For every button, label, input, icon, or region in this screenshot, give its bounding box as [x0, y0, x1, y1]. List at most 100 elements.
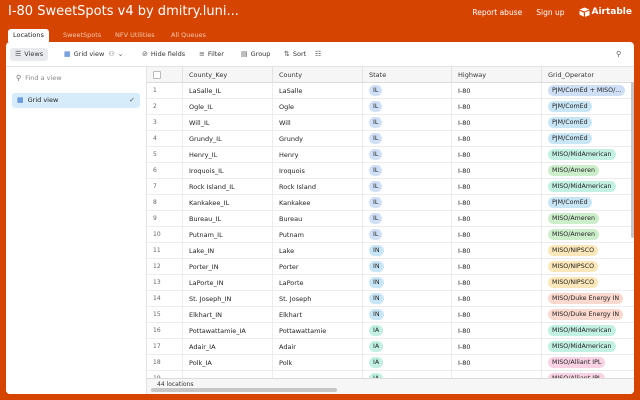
cell-county[interactable]: Elkhart — [273, 307, 363, 323]
cell-state[interactable]: IL — [363, 211, 452, 227]
cell-highway[interactable]: I-80 — [452, 163, 542, 179]
cell-state[interactable]: IL — [363, 163, 452, 179]
hide-fields-button[interactable]: ⊘ Hide fields — [142, 48, 185, 61]
table-row[interactable]: 11 Lake_IN Lake IN I-80 MISO/NIPSCO — [147, 243, 634, 259]
cell-state[interactable]: IN — [363, 243, 452, 259]
cell-county-key[interactable]: Lake_IN — [183, 243, 273, 259]
cell-county-key[interactable]: St. Joseph_IN — [183, 291, 273, 307]
cell-county-key[interactable]: LaSalle_IL — [183, 83, 273, 99]
airtable-logo[interactable]: Airtable — [579, 7, 632, 17]
cell-state[interactable]: IN — [363, 275, 452, 291]
cell-highway[interactable]: I-80 — [452, 179, 542, 195]
cell-county-key[interactable]: LaPorte_IN — [183, 275, 273, 291]
cell-highway[interactable]: I-80 — [452, 195, 542, 211]
cell-highway[interactable]: I-80 — [452, 211, 542, 227]
cell-county-key[interactable]: Henry_IL — [183, 147, 273, 163]
cell-grid-operator[interactable]: PJM/ComEd + MISO/... — [542, 83, 634, 99]
cell-state[interactable]: IL — [363, 131, 452, 147]
table-row[interactable]: 13 LaPorte_IN LaPorte IN I-80 MISO/NIPSCO — [147, 275, 634, 291]
cell-county[interactable]: Adair — [273, 339, 363, 355]
select-all-checkbox[interactable] — [153, 71, 161, 79]
table-row[interactable]: 18 Polk_IA Polk IA I-80 MISO/Alliant IPL — [147, 355, 634, 371]
views-button[interactable]: ☰ Views — [10, 48, 49, 61]
cell-county-key[interactable]: Rock Island_IL — [183, 179, 273, 195]
cell-county-key[interactable]: Adair_IA — [183, 339, 273, 355]
cell-state[interactable]: IN — [363, 259, 452, 275]
cell-grid-operator[interactable]: PJM/ComEd — [542, 115, 634, 131]
cell-state[interactable]: IL — [363, 99, 452, 115]
cell-grid-operator[interactable]: MISO/MidAmerican — [542, 339, 634, 355]
cell-county-key[interactable]: Ogle_IL — [183, 99, 273, 115]
cell-grid-operator[interactable]: MISO/MidAmerican — [542, 147, 634, 163]
cell-highway[interactable]: I-80 — [452, 259, 542, 275]
cell-county[interactable]: Grundy — [273, 131, 363, 147]
cell-county[interactable]: LaPorte — [273, 275, 363, 291]
table-row[interactable]: 16 Pottawattamie_IA Pottawattamie IA I-80 MIS… — [147, 323, 634, 339]
cell-highway[interactable]: I-80 — [452, 99, 542, 115]
cell-highway[interactable]: I-80 — [452, 275, 542, 291]
table-row[interactable]: 15 Elkhart_IN Elkhart IN I-80 MISO/Duke Energ… — [147, 307, 634, 323]
cell-highway[interactable]: I-80 — [452, 339, 542, 355]
cell-highway[interactable]: I-80 — [452, 83, 542, 99]
cell-state[interactable]: IL — [363, 179, 452, 195]
table-row[interactable]: 5 Henry_IL Henry IL I-80 MISO/MidAmerican — [147, 147, 634, 163]
cell-county-key[interactable]: Kankakee_IL — [183, 195, 273, 211]
tab-locations[interactable]: Locations — [8, 29, 49, 42]
sign-up-link[interactable]: Sign up — [536, 8, 564, 17]
cell-state[interactable]: IA — [363, 339, 452, 355]
cell-county[interactable]: Will — [273, 115, 363, 131]
table-row[interactable]: 6 Iroquois_IL Iroquois IL I-80 MISO/Ameren — [147, 163, 634, 179]
cell-grid-operator[interactable]: PJM/ComEd — [542, 131, 634, 147]
cell-highway[interactable]: I-80 — [452, 131, 542, 147]
table-row[interactable]: 17 Adair_IA Adair IA I-80 MISO/MidAmerican — [147, 339, 634, 355]
sidebar-item-grid-view[interactable]: ▦ Grid view ✓ — [12, 93, 140, 108]
cell-grid-operator[interactable]: MISO/NIPSCO — [542, 243, 634, 259]
cell-highway[interactable]: I-80 — [452, 147, 542, 163]
find-view-input[interactable]: ⚲ Find a view — [12, 71, 140, 85]
cell-state[interactable]: IA — [363, 323, 452, 339]
cell-state[interactable]: IL — [363, 195, 452, 211]
filter-button[interactable]: ≡ Filter — [199, 48, 224, 61]
cell-grid-operator[interactable]: MISO/NIPSCO — [542, 275, 634, 291]
table-row[interactable]: 4 Grundy_IL Grundy IL I-80 PJM/ComEd — [147, 131, 634, 147]
cell-highway[interactable]: I-80 — [452, 243, 542, 259]
cell-county[interactable]: LaSalle — [273, 83, 363, 99]
cell-county[interactable]: St. Joseph — [273, 291, 363, 307]
cell-county[interactable]: Henry — [273, 147, 363, 163]
column-header-grid-operator[interactable]: Grid_Operator — [542, 67, 634, 83]
column-header-state[interactable]: State — [363, 67, 452, 83]
cell-county-key[interactable]: Iroquois_IL — [183, 163, 273, 179]
table-row[interactable]: 10 Putnam_IL Putnam IL I-80 MISO/Ameren — [147, 227, 634, 243]
cell-grid-operator[interactable]: PJM/ComEd — [542, 99, 634, 115]
cell-county-key[interactable]: Porter_IN — [183, 259, 273, 275]
cell-county[interactable]: Porter — [273, 259, 363, 275]
cell-county[interactable]: Kankakee — [273, 195, 363, 211]
cell-highway[interactable]: I-80 — [452, 227, 542, 243]
cell-grid-operator[interactable]: MISO/Ameren — [542, 163, 634, 179]
report-abuse-link[interactable]: Report abuse — [472, 8, 522, 17]
cell-highway[interactable]: I-80 — [452, 115, 542, 131]
cell-grid-operator[interactable]: MISO/Duke Energy IN — [542, 307, 634, 323]
table-row[interactable]: 8 Kankakee_IL Kankakee IL I-80 PJM/ComEd — [147, 195, 634, 211]
cell-state[interactable]: IL — [363, 147, 452, 163]
tab-all-queues[interactable]: All Queues — [166, 29, 211, 42]
cell-grid-operator[interactable]: PJM/ComEd — [542, 195, 634, 211]
table-row[interactable]: 3 Will_IL Will IL I-80 PJM/ComEd — [147, 115, 634, 131]
cell-grid-operator[interactable]: MISO/Ameren — [542, 211, 634, 227]
cell-state[interactable]: IL — [363, 115, 452, 131]
cell-county-key[interactable]: Elkhart_IN — [183, 307, 273, 323]
cell-state[interactable]: IN — [363, 291, 452, 307]
table-row[interactable]: 14 St. Joseph_IN St. Joseph IN I-80 MISO/Duke… — [147, 291, 634, 307]
cell-highway[interactable]: I-80 — [452, 355, 542, 371]
group-button[interactable]: ▤ Group — [241, 48, 270, 61]
cell-highway[interactable]: I-80 — [452, 291, 542, 307]
cell-county-key[interactable]: Pottawattamie_IA — [183, 323, 273, 339]
cell-grid-operator[interactable]: MISO/NIPSCO — [542, 259, 634, 275]
cell-grid-operator[interactable]: MISO/MidAmerican — [542, 179, 634, 195]
sort-button[interactable]: ⇅ Sort — [284, 48, 306, 61]
cell-county[interactable]: Rock Island — [273, 179, 363, 195]
cell-county-key[interactable]: Polk_IA — [183, 355, 273, 371]
cell-county[interactable]: Bureau — [273, 211, 363, 227]
cell-grid-operator[interactable]: MISO/Ameren — [542, 227, 634, 243]
table-row[interactable]: 1 LaSalle_IL LaSalle IL I-80 PJM/ComEd + MISO… — [147, 83, 634, 99]
